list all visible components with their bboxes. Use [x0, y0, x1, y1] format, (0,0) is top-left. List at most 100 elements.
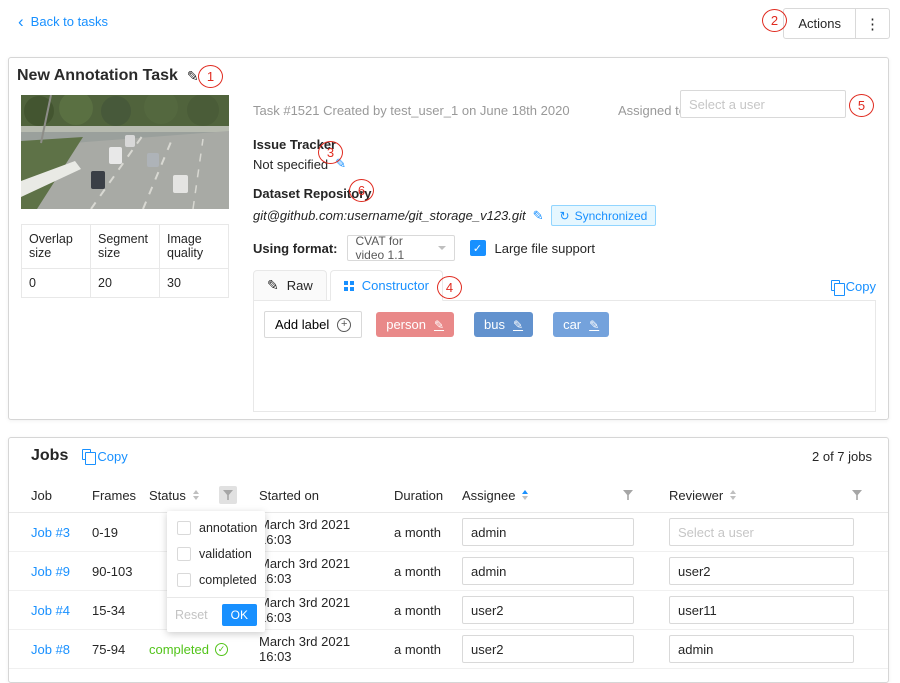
frames-cell: 75-94 [92, 630, 149, 669]
more-actions-icon[interactable]: ⋮ [856, 9, 889, 38]
column-assignee: Assignee [462, 488, 515, 503]
filter-option-annotation[interactable]: annotation [167, 515, 265, 541]
annotation-mark-4: 4 [437, 276, 462, 299]
task-params-table: Overlap size Segment size Image quality … [21, 224, 229, 298]
job-link[interactable]: Job #9 [31, 564, 70, 579]
filter-status-icon[interactable] [219, 486, 237, 504]
annotation-mark-1: 1 [198, 65, 223, 88]
dataset-repository-url: git@github.com:username/git_storage_v123… [253, 208, 526, 223]
plus-circle-icon: + [337, 318, 351, 332]
started-cell: March 3rd 2021 16:03 [259, 630, 394, 669]
completed-status-icon: ✓ [215, 643, 228, 656]
large-file-support-checkbox[interactable]: ✓ [470, 240, 486, 256]
started-cell: March 3rd 2021 16:03 [259, 513, 394, 552]
param-value-segment: 20 [91, 269, 160, 298]
using-format-label: Using format: [253, 241, 338, 256]
back-to-tasks-link[interactable]: ‹ Back to tasks [18, 14, 108, 29]
add-label-button-label: Add label [275, 317, 329, 332]
actions-button[interactable]: Actions ⋮ [783, 8, 890, 39]
jobs-title: Jobs [31, 447, 68, 465]
column-job: Job [9, 478, 92, 513]
format-select-value: CVAT for video 1.1 [356, 234, 432, 262]
copy-labels-label: Copy [846, 279, 876, 294]
job-link[interactable]: Job #3 [31, 525, 70, 540]
assignee-input[interactable] [462, 635, 634, 663]
label-constructor-pane: Add label + person ✎ bus ✎ car ✎ [253, 301, 876, 412]
frames-cell: 15-34 [92, 591, 149, 630]
constructor-grid-icon [344, 281, 348, 285]
filter-reset-button[interactable]: Reset [175, 608, 208, 622]
edit-repository-icon[interactable]: ✎ [533, 208, 544, 224]
column-duration: Duration [394, 478, 462, 513]
column-status: Status [149, 488, 186, 503]
reviewer-input[interactable] [669, 596, 854, 624]
annotation-mark-6: 6 [349, 179, 374, 202]
back-chevron-icon: ‹ [18, 15, 24, 28]
filter-option-label: completed [199, 573, 257, 587]
edit-label-icon[interactable]: ✎ [513, 318, 523, 332]
label-chip-name: person [386, 317, 426, 332]
frames-cell: 0-19 [92, 513, 149, 552]
job-link[interactable]: Job #8 [31, 642, 70, 657]
synchronized-badge: ↻ Synchronized [551, 205, 657, 226]
copy-jobs-link[interactable]: Copy [82, 449, 127, 464]
reviewer-input[interactable] [669, 635, 854, 663]
table-row: Job #9 90-103 March 3rd 2021 16:03 a mon… [9, 552, 888, 591]
copy-jobs-label: Copy [97, 449, 127, 464]
annotation-mark-5: 5 [849, 94, 874, 117]
duration-cell: a month [394, 591, 462, 630]
tab-raw-label: Raw [287, 278, 313, 293]
param-value-quality: 30 [160, 269, 229, 298]
chevron-down-icon [438, 246, 446, 250]
label-chip-car[interactable]: car ✎ [553, 312, 609, 337]
reviewer-input[interactable] [669, 518, 854, 546]
filter-ok-button[interactable]: OK [222, 604, 257, 626]
table-row: Job #8 75-94 completed ✓ March 3rd 2021 … [9, 630, 888, 669]
task-meta-text: Task #1521 Created by test_user_1 on Jun… [253, 103, 570, 118]
assigned-to-input[interactable] [680, 90, 846, 118]
format-select[interactable]: CVAT for video 1.1 [347, 235, 455, 261]
task-details-card: New Annotation Task ✎ [8, 57, 889, 420]
assignee-input[interactable] [462, 518, 634, 546]
filter-assignee-icon[interactable] [619, 486, 637, 504]
sort-reviewer-control[interactable] [730, 490, 736, 500]
assignee-input[interactable] [462, 596, 634, 624]
job-link[interactable]: Job #4 [31, 603, 70, 618]
sort-status-control[interactable] [193, 490, 199, 500]
tab-raw[interactable]: ✎ Raw [253, 270, 327, 300]
copy-icon [82, 449, 91, 460]
filter-option-validation[interactable]: validation [167, 541, 265, 567]
column-started-on: Started on [259, 478, 394, 513]
label-chip-name: bus [484, 317, 505, 332]
actions-button-label[interactable]: Actions [784, 9, 856, 38]
jobs-count: 2 of 7 jobs [812, 449, 872, 464]
tab-constructor-label: Constructor [362, 278, 429, 293]
annotation-mark-3: 3 [318, 141, 343, 164]
edit-task-name-icon[interactable]: ✎ [187, 68, 199, 85]
tab-constructor[interactable]: Constructor [330, 270, 443, 301]
reviewer-input[interactable] [669, 557, 854, 585]
add-label-button[interactable]: Add label + [264, 311, 362, 338]
filter-option-completed[interactable]: completed [167, 567, 265, 593]
label-chip-bus[interactable]: bus ✎ [474, 312, 533, 337]
checkbox-icon[interactable] [177, 521, 191, 535]
label-chip-person[interactable]: person ✎ [376, 312, 454, 337]
edit-label-icon[interactable]: ✎ [434, 318, 444, 332]
duration-cell: a month [394, 513, 462, 552]
sort-assignee-control[interactable] [522, 490, 528, 500]
synchronized-badge-label: Synchronized [575, 209, 648, 223]
status-filter-dropdown: annotation validation completed Reset OK [167, 511, 265, 632]
assignee-input[interactable] [462, 557, 634, 585]
param-header-quality: Image quality [160, 225, 229, 269]
duration-cell: a month [394, 630, 462, 669]
jobs-table-header-row: Job Frames Status Started on Duration As… [9, 478, 888, 513]
sync-icon: ↻ [560, 209, 570, 223]
filter-reviewer-icon[interactable] [848, 486, 866, 504]
copy-labels-link[interactable]: Copy [831, 279, 876, 300]
checkbox-icon[interactable] [177, 547, 191, 561]
task-preview-image [21, 95, 229, 209]
checkbox-icon[interactable] [177, 573, 191, 587]
assigned-to-label: Assigned to [618, 103, 686, 118]
back-to-tasks-label: Back to tasks [31, 14, 108, 29]
edit-label-icon[interactable]: ✎ [589, 318, 599, 332]
